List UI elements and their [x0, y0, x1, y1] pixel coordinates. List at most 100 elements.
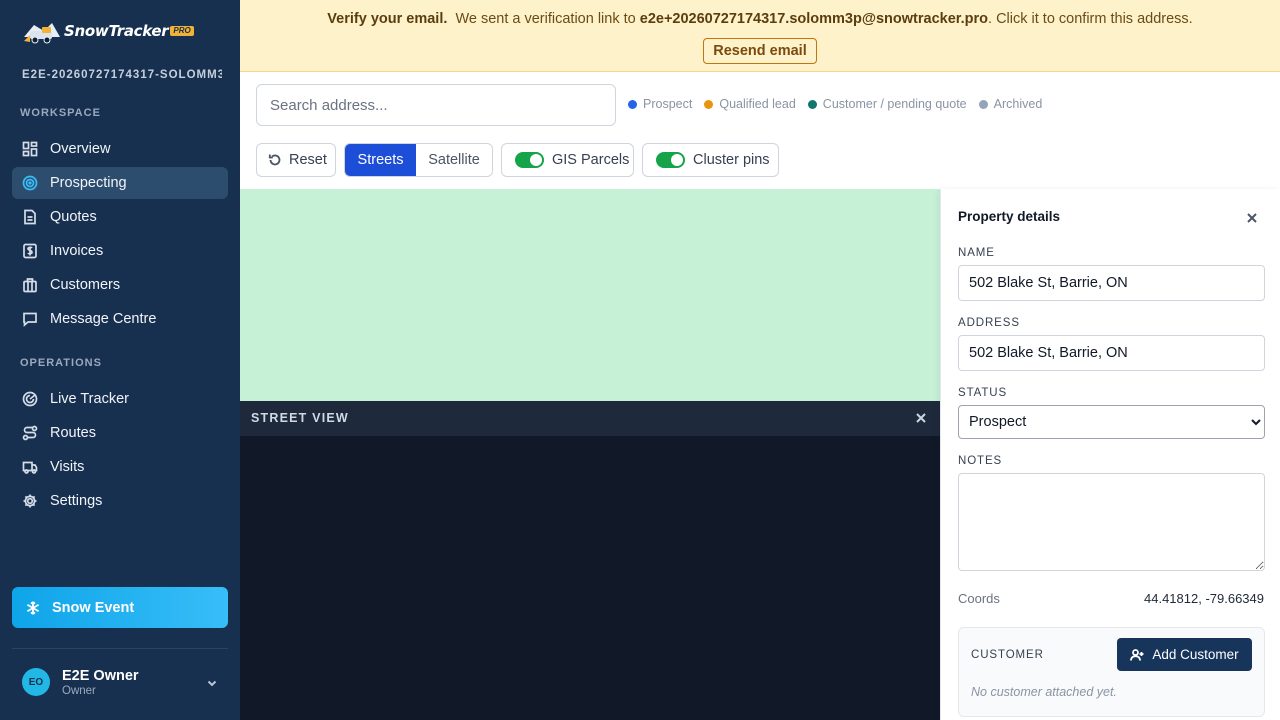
gis-parcels-toggle[interactable]: GIS Parcels — [501, 143, 634, 177]
status-select[interactable]: Prospect — [958, 405, 1265, 439]
gis-parcels-label: GIS Parcels — [552, 152, 630, 168]
brand-badge: PRO — [170, 26, 194, 36]
notes-label: NOTES — [958, 455, 1003, 467]
banner-email: e2e+20260727174317.solomm3p@snowtracker.… — [639, 11, 989, 27]
verify-email-banner: Verify your email. We sent a verificatio… — [240, 0, 1280, 72]
legend-label: Customer / pending quote — [822, 97, 967, 111]
sidebar-item-message-centre[interactable]: Message Centre — [12, 303, 228, 335]
section-label-workspace: WORKSPACE — [20, 107, 101, 119]
sidebar-item-label: Invoices — [50, 243, 104, 259]
panel-title: Property details — [958, 209, 1061, 224]
street-view-title: STREET VIEW — [251, 411, 349, 425]
sidebar: SnowTracker PRO E2E-20260727174317-SOLOM… — [0, 0, 240, 720]
sidebar-item-visits[interactable]: Visits — [12, 451, 228, 483]
reset-label: Reset — [289, 152, 327, 168]
building-icon — [22, 277, 38, 293]
legend-dot — [807, 99, 817, 109]
toggle-switch — [515, 152, 544, 168]
name-field[interactable] — [958, 265, 1265, 301]
sidebar-item-label: Customers — [50, 277, 121, 293]
resend-email-button[interactable]: Resend email — [703, 38, 817, 64]
legend-item-archived: Archived — [978, 97, 1043, 111]
map-style-toggle: Streets Satellite — [344, 143, 493, 177]
sidebar-divider — [12, 648, 228, 649]
add-user-icon — [1130, 648, 1144, 661]
snow-event-button[interactable]: Snow Event — [12, 587, 228, 628]
legend-label: Prospect — [643, 97, 693, 111]
legend-dot — [628, 99, 637, 109]
sidebar-item-live-tracker[interactable]: Live Tracker — [12, 383, 228, 415]
gear-icon — [22, 493, 38, 509]
user-role: Owner — [62, 684, 96, 697]
document-icon — [22, 209, 38, 225]
section-label-operations: OPERATIONS — [20, 357, 102, 369]
snowplow-truck-icon — [22, 17, 62, 45]
customer-label: CUSTOMER — [971, 649, 1044, 661]
sidebar-item-label: Message Centre — [50, 311, 157, 327]
radar-icon — [22, 391, 38, 407]
banner-title: Verify your email. — [327, 11, 448, 27]
banner-text-after: . Click it to confirm this address. — [988, 11, 1193, 27]
sidebar-item-label: Quotes — [50, 209, 97, 225]
legend-item-qualified-lead: Qualified lead — [704, 97, 796, 111]
snowtracker-logo[interactable]: SnowTracker PRO — [22, 16, 194, 46]
notes-field[interactable] — [958, 473, 1265, 571]
user-name: E2E Owner — [62, 667, 139, 684]
sidebar-item-quotes[interactable]: Quotes — [12, 201, 228, 233]
snow-event-label: Snow Event — [52, 599, 135, 616]
toggle-switch — [656, 152, 685, 168]
user-menu[interactable]: EO E2E Owner Owner — [22, 666, 228, 698]
add-customer-button[interactable]: Add Customer — [1117, 638, 1252, 671]
avatar: EO — [22, 668, 50, 696]
banner-text: We sent a verification link to — [455, 11, 636, 27]
sidebar-item-overview[interactable]: Overview — [12, 133, 228, 165]
grid-icon — [22, 141, 38, 157]
dollar-receipt-icon — [22, 243, 38, 259]
close-icon[interactable] — [914, 411, 928, 425]
street-view-header: STREET VIEW — [240, 401, 940, 436]
reset-button[interactable]: Reset — [256, 143, 336, 177]
sidebar-item-label: Overview — [50, 141, 111, 157]
cluster-pins-label: Cluster pins — [693, 152, 770, 168]
truck-icon — [22, 459, 38, 475]
legend-item-customer: Customer / pending quote — [807, 97, 967, 111]
customer-card: CUSTOMER Add Customer No customer attach… — [958, 627, 1265, 717]
sidebar-item-label: Settings — [50, 493, 103, 509]
coords-value: 44.41812, -79.66349 — [1144, 591, 1264, 606]
map-canvas[interactable] — [240, 189, 940, 401]
coords-label: Coords — [958, 591, 1000, 606]
organization-name[interactable]: E2E-20260727174317-SOLOMM3P — [22, 69, 222, 81]
brand-name: SnowTracker — [64, 22, 169, 40]
sidebar-item-settings[interactable]: Settings — [12, 485, 228, 517]
no-customer-text: No customer attached yet. — [971, 685, 1117, 699]
address-field[interactable] — [958, 335, 1265, 371]
search-address-input[interactable] — [256, 84, 616, 126]
sidebar-item-label: Visits — [50, 459, 85, 475]
add-customer-label: Add Customer — [1152, 647, 1239, 662]
sidebar-item-label: Prospecting — [50, 175, 127, 191]
sidebar-item-customers[interactable]: Customers — [12, 269, 228, 301]
chat-icon — [22, 311, 38, 327]
legend-dot — [704, 99, 714, 109]
sidebar-item-routes[interactable]: Routes — [12, 417, 228, 449]
sidebar-item-invoices[interactable]: Invoices — [12, 235, 228, 267]
banner-message: Verify your email. We sent a verificatio… — [240, 11, 1280, 27]
map-style-satellite[interactable]: Satellite — [416, 144, 492, 176]
cluster-pins-toggle[interactable]: Cluster pins — [642, 143, 779, 177]
status-legend: Prospect Qualified lead Customer / pendi… — [628, 97, 1054, 111]
name-label: NAME — [958, 247, 995, 259]
sidebar-item-label: Routes — [50, 425, 96, 441]
legend-label: Archived — [993, 97, 1043, 111]
property-details-panel: Property details NAME ADDRESS STATUS Pro… — [940, 189, 1280, 720]
sidebar-item-prospecting[interactable]: Prospecting — [12, 167, 228, 199]
snowflake-icon — [26, 601, 40, 614]
chevron-down-icon — [206, 676, 218, 688]
close-icon[interactable] — [1245, 211, 1259, 225]
legend-item-prospect: Prospect — [628, 97, 692, 111]
map-style-streets[interactable]: Streets — [345, 144, 417, 176]
sidebar-item-label: Live Tracker — [50, 391, 129, 407]
status-label: STATUS — [958, 387, 1008, 399]
legend-dot — [978, 99, 988, 109]
street-view-panel[interactable] — [240, 436, 940, 720]
target-icon — [22, 175, 38, 191]
